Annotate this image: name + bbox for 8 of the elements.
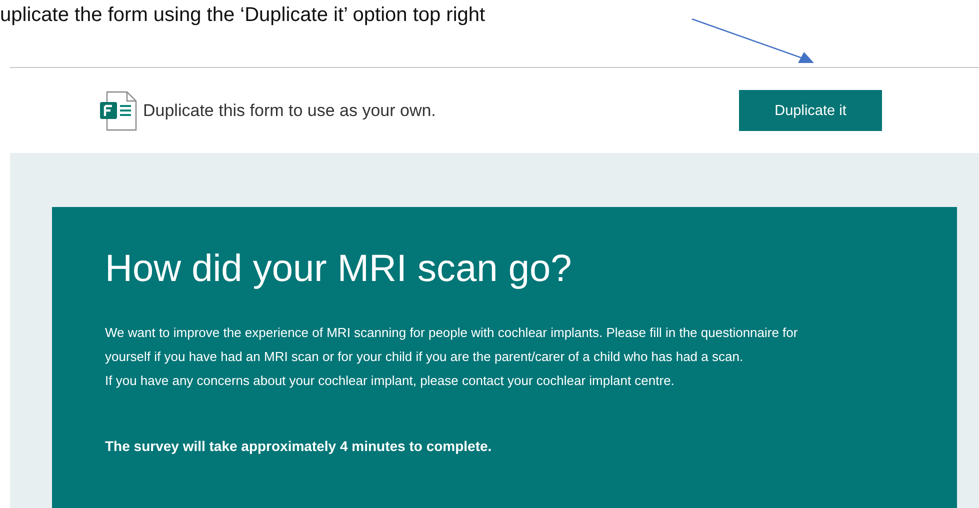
- form-title: How did your MRI scan go?: [105, 247, 573, 292]
- forms-document-icon: [99, 90, 137, 130]
- form-description: If you have any concerns about your cochlear implant, please contact your cochlear implant centre.: [105, 372, 676, 390]
- form-description: We want to improve the experience of MRI scanning for people with cochlear implants. Please fill in the questionnaire for yourself if you have had an MRI scan or for your child if you are the parent/carer of a child who has had a scan.: [105, 324, 799, 366]
- banner-message: Duplicate this form to use as your own.: [143, 100, 436, 120]
- caption-text: uplicate the form using the ‘Duplicate it’ option top right: [0, 3, 486, 28]
- duplicate-button[interactable]: Duplicate it: [739, 90, 882, 131]
- survey-duration-note: The survey will take approximately 4 minutes to complete.: [105, 438, 493, 454]
